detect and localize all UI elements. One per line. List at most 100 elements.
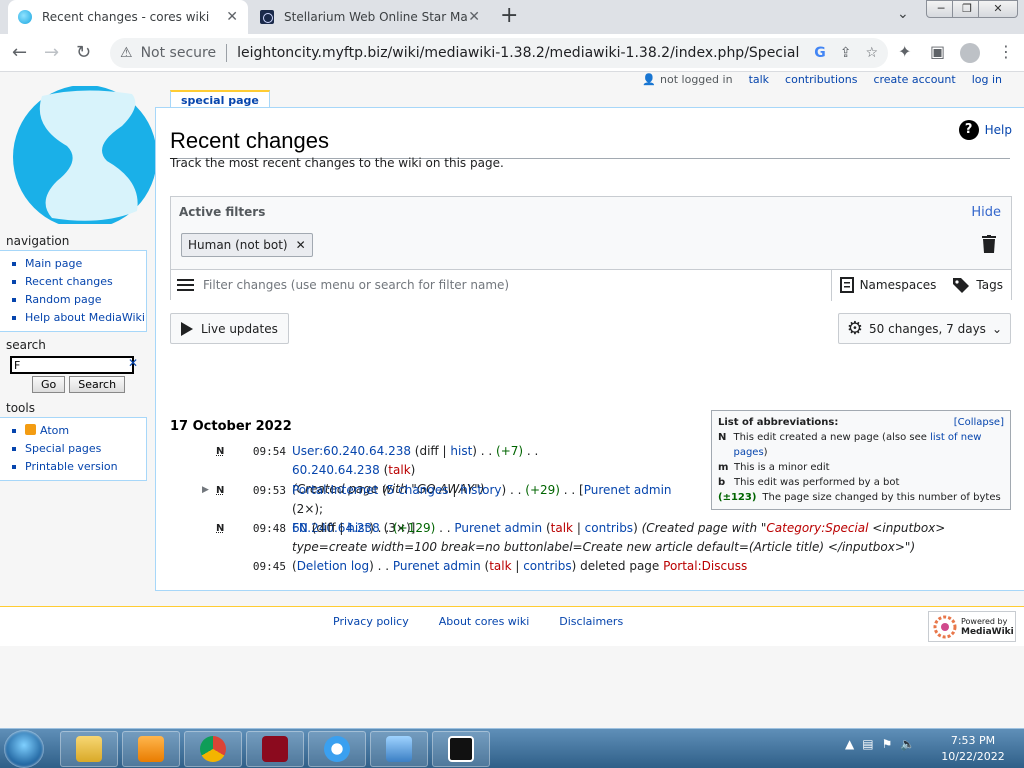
chrome-taskbar-button[interactable]	[184, 731, 242, 767]
clock-time: 7:53 PM	[950, 734, 996, 747]
reload-icon[interactable]: ↻	[76, 42, 91, 64]
main-content: Recent changes ? Help Track the most rec…	[155, 107, 1024, 591]
play-icon	[181, 321, 193, 336]
deletion-log-link[interactable]: Deletion log	[297, 559, 369, 573]
tags-button[interactable]: Tags	[944, 270, 1011, 301]
sidebar-item-main-page[interactable]: Main page	[10, 255, 146, 273]
sidebar-item-recent-changes[interactable]: Recent changes	[10, 273, 146, 291]
sidebar-item-special-pages[interactable]: Special pages	[10, 440, 146, 458]
tag-icon	[953, 278, 970, 293]
talk-link[interactable]: talk	[489, 559, 511, 573]
share-icon[interactable]: ⇪	[840, 45, 852, 61]
create-account-link[interactable]: create account	[873, 73, 955, 86]
sidebar-item-random-page[interactable]: Random page	[10, 291, 146, 309]
contribs-link[interactable]: contribs	[585, 521, 633, 535]
help-link[interactable]: ? Help	[958, 120, 1012, 140]
volume-icon[interactable]: 🔈	[900, 737, 915, 751]
talk-link[interactable]: talk	[551, 521, 573, 535]
page-link[interactable]: Portal:Internet	[292, 483, 378, 497]
go-button[interactable]: Go	[32, 376, 66, 393]
log-in-link[interactable]: log in	[972, 73, 1002, 86]
tab-stellarium[interactable]: Stellarium Web Online Star Map ✕	[250, 0, 490, 34]
search-input[interactable]	[10, 356, 134, 374]
size-change: (+7)	[496, 444, 524, 458]
show-hidden-icons-arrow-icon[interactable]: ▲	[845, 737, 854, 751]
filter-chip[interactable]: Human (not bot) ✕	[181, 233, 313, 257]
help-label[interactable]: Help	[985, 123, 1012, 137]
user-link[interactable]: Purenet admin	[393, 559, 481, 573]
history-link[interactable]: history	[460, 483, 501, 497]
url-text[interactable]: leightoncity.myftp.biz/wiki/mediawiki-1.…	[237, 45, 800, 61]
taskbar-clock[interactable]: 7:53 PM 10/22/2022	[940, 733, 1006, 765]
log-action: deleted page	[580, 559, 660, 573]
changes-options-button[interactable]: ⚙ 50 changes, 7 days ⌄	[837, 313, 1011, 344]
trash-icon[interactable]	[981, 235, 997, 253]
extensions-puzzle-icon[interactable]: ✦	[898, 42, 911, 61]
disclaimers-link[interactable]: Disclaimers	[559, 615, 623, 628]
date-heading: 17 October 2022	[170, 419, 292, 434]
page-title: Recent changes	[170, 128, 329, 153]
action-center-flag-icon[interactable]: ⚑	[882, 737, 893, 751]
start-button[interactable]	[4, 730, 44, 768]
live-updates-button[interactable]: Live updates	[170, 313, 289, 344]
hist-link[interactable]: hist	[347, 521, 369, 535]
sidebar-item-printable-version[interactable]: Printable version	[10, 458, 146, 476]
control-panel-taskbar-button[interactable]	[370, 731, 428, 767]
file-explorer-taskbar-button[interactable]	[60, 731, 118, 767]
recorder-taskbar-button[interactable]	[246, 731, 304, 767]
back-arrow-icon[interactable]: ←	[12, 42, 27, 64]
filter-input[interactable]: Filter changes (use menu or search for f…	[201, 278, 831, 292]
expand-arrow-icon[interactable]: ▶	[202, 481, 209, 500]
tab-recent-changes[interactable]: Recent changes - cores wiki ✕	[8, 0, 248, 34]
contribs-link[interactable]: contribs	[523, 559, 571, 573]
talk-link[interactable]: talk	[388, 463, 410, 477]
network-icon[interactable]: ▤	[862, 737, 873, 751]
not-secure-label[interactable]: Not secure	[141, 45, 217, 61]
menu-hamburger-icon[interactable]	[171, 279, 201, 291]
address-bar[interactable]: ⚠ Not secure leightoncity.myftp.biz/wiki…	[110, 38, 888, 68]
search-heading: search	[6, 338, 46, 352]
about-link[interactable]: About cores wiki	[439, 615, 530, 628]
page-link[interactable]: User:60.240.64.238	[292, 444, 411, 458]
help-question-icon[interactable]: ?	[958, 120, 979, 140]
collapse-link[interactable]: [Collapse]	[954, 415, 1004, 430]
side-panel-icon[interactable]: ▣	[930, 42, 945, 61]
warning-triangle-icon[interactable]: ⚠	[120, 45, 133, 61]
navigation-heading: navigation	[6, 234, 70, 248]
kebab-menu-icon[interactable]: ⋮	[998, 42, 1014, 61]
tab-search-chevron-icon[interactable]: ⌄	[897, 6, 909, 22]
vpn-taskbar-button[interactable]	[308, 731, 366, 767]
windows-taskbar: ▲ ▤ ⚑ 🔈 7:53 PM 10/22/2022	[0, 728, 1024, 768]
category-link[interactable]: Category:Special	[766, 521, 868, 535]
new-tab-button[interactable]: +	[500, 5, 518, 27]
sidebar-item-help[interactable]: Help about MediaWiki	[10, 309, 146, 327]
deleted-page-link[interactable]: Portal:Discuss	[663, 559, 747, 573]
user-link[interactable]: Purenet admin	[584, 483, 672, 497]
changes-count-link[interactable]: 5 changes	[387, 483, 449, 497]
powered-by-mediawiki-badge[interactable]: Powered by MediaWiki	[928, 611, 1016, 642]
clear-search-icon[interactable]: ✕	[128, 356, 138, 370]
bookmark-star-icon[interactable]: ☆	[865, 45, 878, 61]
profile-avatar-icon[interactable]	[960, 43, 980, 63]
wiki-logo[interactable]	[12, 86, 158, 228]
search-button[interactable]: Search	[69, 376, 126, 393]
namespaces-button[interactable]: Namespaces	[830, 269, 945, 301]
7zip-taskbar-button[interactable]	[432, 731, 490, 767]
page-link[interactable]: FN	[292, 521, 308, 535]
google-lens-icon[interactable]: G	[814, 45, 826, 61]
close-window-button[interactable]: ✕	[978, 0, 1018, 18]
user-link[interactable]: 60.240.64.238	[292, 463, 380, 477]
media-player-taskbar-button[interactable]	[122, 731, 180, 767]
close-tab-icon[interactable]: ✕	[468, 9, 480, 25]
hide-filters-link[interactable]: Hide	[971, 205, 1001, 220]
privacy-policy-link[interactable]: Privacy policy	[333, 615, 409, 628]
close-tab-icon[interactable]: ✕	[226, 9, 238, 25]
talk-link[interactable]: talk	[749, 73, 769, 86]
sidebar-item-atom[interactable]: Atom	[10, 422, 146, 440]
user-link[interactable]: Purenet admin	[454, 521, 542, 535]
remove-filter-icon[interactable]: ✕	[296, 238, 306, 252]
hist-link[interactable]: hist	[450, 444, 472, 458]
contributions-link[interactable]: contributions	[785, 73, 857, 86]
chevron-down-icon: ⌄	[991, 321, 1002, 336]
forward-arrow-icon[interactable]: →	[44, 42, 59, 64]
